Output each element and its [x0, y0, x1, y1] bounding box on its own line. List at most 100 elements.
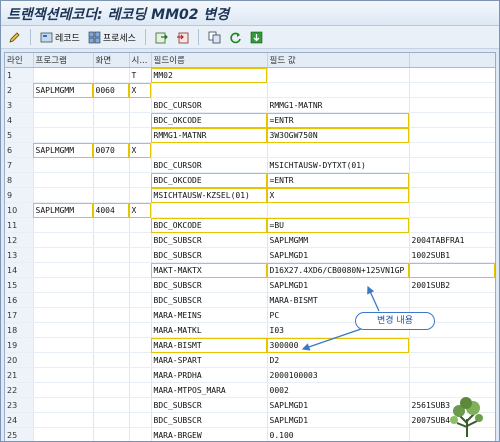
program-cell[interactable]: SAPLMGMM	[33, 202, 94, 218]
extra-value-cell[interactable]	[409, 67, 495, 83]
program-cell[interactable]	[33, 382, 94, 398]
screen-cell[interactable]	[93, 292, 130, 308]
table-row[interactable]: 1 T MM02	[5, 67, 495, 83]
extra-value-cell[interactable]	[409, 142, 495, 158]
field-value-cell[interactable]: 3W3OGW750N	[267, 127, 410, 143]
field-name-cell[interactable]	[151, 202, 268, 218]
extra-value-cell[interactable]	[409, 292, 495, 308]
field-value-cell[interactable]: D16X27.4XD6/CB0080N+125VN1GP #22 D16X	[267, 262, 410, 278]
table-row[interactable]: 5 RMMG1-MATNR 3W3OGW750N	[5, 127, 495, 143]
extra-value-cell[interactable]	[409, 112, 495, 128]
table-row[interactable]: 14 MAKT-MAKTX D16X27.4XD6/CB0080N+125VN1GP…	[5, 262, 495, 278]
screen-cell[interactable]: 4004	[93, 202, 130, 218]
field-name-cell[interactable]: MARA-MEINS	[151, 307, 268, 323]
screen-cell[interactable]	[93, 232, 130, 248]
screen-cell[interactable]	[93, 397, 130, 413]
field-name-cell[interactable]: MSICHTAUSW-KZSEL(01)	[151, 187, 268, 203]
field-name-cell[interactable]: RMMG1-MATNR	[151, 127, 268, 143]
program-cell[interactable]	[33, 157, 94, 173]
program-cell[interactable]: SAPLMGMM	[33, 142, 94, 158]
column-header-program[interactable]: 프로그램	[33, 53, 94, 68]
field-value-cell[interactable]: X	[267, 187, 410, 203]
screen-cell[interactable]	[93, 367, 130, 383]
table-row[interactable]: 15 BDC_SUBSCR SAPLMGD1 2001SUB2	[5, 277, 495, 293]
extra-value-cell[interactable]: 2004TABFRA1	[409, 232, 495, 248]
field-value-cell[interactable]: 2000100003	[267, 367, 410, 383]
field-name-cell[interactable]: MARA-BISMT	[151, 337, 268, 353]
start-cell[interactable]	[129, 232, 152, 248]
extra-value-cell[interactable]	[409, 97, 495, 113]
screen-cell[interactable]	[93, 412, 130, 428]
start-cell[interactable]: X	[129, 82, 152, 98]
screen-cell[interactable]	[93, 322, 130, 338]
column-header-line[interactable]: 라인	[5, 53, 34, 68]
extra-value-cell[interactable]: 1002SUB1	[409, 247, 495, 263]
program-cell[interactable]	[33, 307, 94, 323]
column-header-extra[interactable]	[409, 53, 495, 68]
table-row[interactable]: 24 BDC_SUBSCR SAPLMGD1 2007SUB4	[5, 412, 495, 428]
start-cell[interactable]	[129, 127, 152, 143]
program-cell[interactable]	[33, 232, 94, 248]
program-cell[interactable]	[33, 187, 94, 203]
extra-value-cell[interactable]	[409, 172, 495, 188]
field-value-cell[interactable]: SAPLMGD1	[267, 412, 410, 428]
screen-cell[interactable]	[93, 97, 130, 113]
field-name-cell[interactable]: BDC_OKCODE	[151, 172, 268, 188]
program-cell[interactable]	[33, 427, 94, 441]
screen-cell[interactable]	[93, 262, 130, 278]
table-row[interactable]: 25 MARA-BRGEW 0.100	[5, 427, 495, 441]
screen-cell[interactable]	[93, 277, 130, 293]
field-name-cell[interactable]: BDC_OKCODE	[151, 112, 268, 128]
field-value-cell[interactable]: SAPLMGMM	[267, 232, 410, 248]
table-row[interactable]: 2 SAPLMGMM 0060 X	[5, 82, 495, 98]
program-cell[interactable]	[33, 412, 94, 428]
start-cell[interactable]	[129, 397, 152, 413]
start-cell[interactable]	[129, 352, 152, 368]
table-row[interactable]: 12 BDC_SUBSCR SAPLMGMM 2004TABFRA1	[5, 232, 495, 248]
table-row[interactable]: 6 SAPLMGMM 0070 X	[5, 142, 495, 158]
field-name-cell[interactable]	[151, 142, 268, 158]
field-value-cell[interactable]: SAPLMGD1	[267, 397, 410, 413]
table-row[interactable]: 11 BDC_OKCODE =BU	[5, 217, 495, 233]
start-cell[interactable]	[129, 337, 152, 353]
record-button[interactable]: 레코드	[37, 28, 83, 46]
field-value-cell[interactable]: MSICHTAUSW-DYTXT(01)	[267, 157, 410, 173]
extra-value-cell[interactable]	[409, 187, 495, 203]
start-cell[interactable]	[129, 322, 152, 338]
start-cell[interactable]: X	[129, 142, 152, 158]
screen-cell[interactable]	[93, 247, 130, 263]
table-row[interactable]: 10 SAPLMGMM 4004 X	[5, 202, 495, 218]
field-name-cell[interactable]: BDC_SUBSCR	[151, 277, 268, 293]
screen-cell[interactable]	[93, 67, 130, 83]
screen-cell[interactable]	[93, 307, 130, 323]
start-cell[interactable]	[129, 262, 152, 278]
screen-cell[interactable]	[93, 337, 130, 353]
column-header-field-name[interactable]: 필드이름	[151, 53, 268, 68]
screen-cell[interactable]	[93, 187, 130, 203]
table-row[interactable]: 4 BDC_OKCODE =ENTR	[5, 112, 495, 128]
field-value-cell[interactable]	[267, 82, 410, 98]
field-value-cell[interactable]: 300000	[267, 337, 410, 353]
program-cell[interactable]	[33, 352, 94, 368]
start-cell[interactable]	[129, 217, 152, 233]
start-cell[interactable]: T	[129, 67, 152, 83]
field-value-cell[interactable]: =ENTR	[267, 112, 410, 128]
column-header-field-value[interactable]: 필드 값	[267, 53, 410, 68]
field-name-cell[interactable]: MAKT-MAKTX	[151, 262, 268, 278]
program-cell[interactable]	[33, 112, 94, 128]
start-cell[interactable]	[129, 412, 152, 428]
table-row[interactable]: 9 MSICHTAUSW-KZSEL(01) X	[5, 187, 495, 203]
extra-value-cell[interactable]	[409, 352, 495, 368]
table-row[interactable]: 7 BDC_CURSOR MSICHTAUSW-DYTXT(01)	[5, 157, 495, 173]
screen-cell[interactable]	[93, 127, 130, 143]
table-row[interactable]: 13 BDC_SUBSCR SAPLMGD1 1002SUB1	[5, 247, 495, 263]
recording-table-container[interactable]: 라인 프로그램 화면 시... 필드이름 필드 값 1 T MM02 2 SAPLMGM…	[4, 52, 496, 441]
table-row[interactable]: 19 MARA-BISMT 300000	[5, 337, 495, 353]
start-cell[interactable]	[129, 427, 152, 441]
extra-value-cell[interactable]	[409, 82, 495, 98]
screen-cell[interactable]: 0070	[93, 142, 130, 158]
screen-cell[interactable]	[93, 217, 130, 233]
screen-cell[interactable]: 0060	[93, 82, 130, 98]
field-name-cell[interactable]: BDC_SUBSCR	[151, 292, 268, 308]
program-cell[interactable]: SAPLMGMM	[33, 82, 94, 98]
